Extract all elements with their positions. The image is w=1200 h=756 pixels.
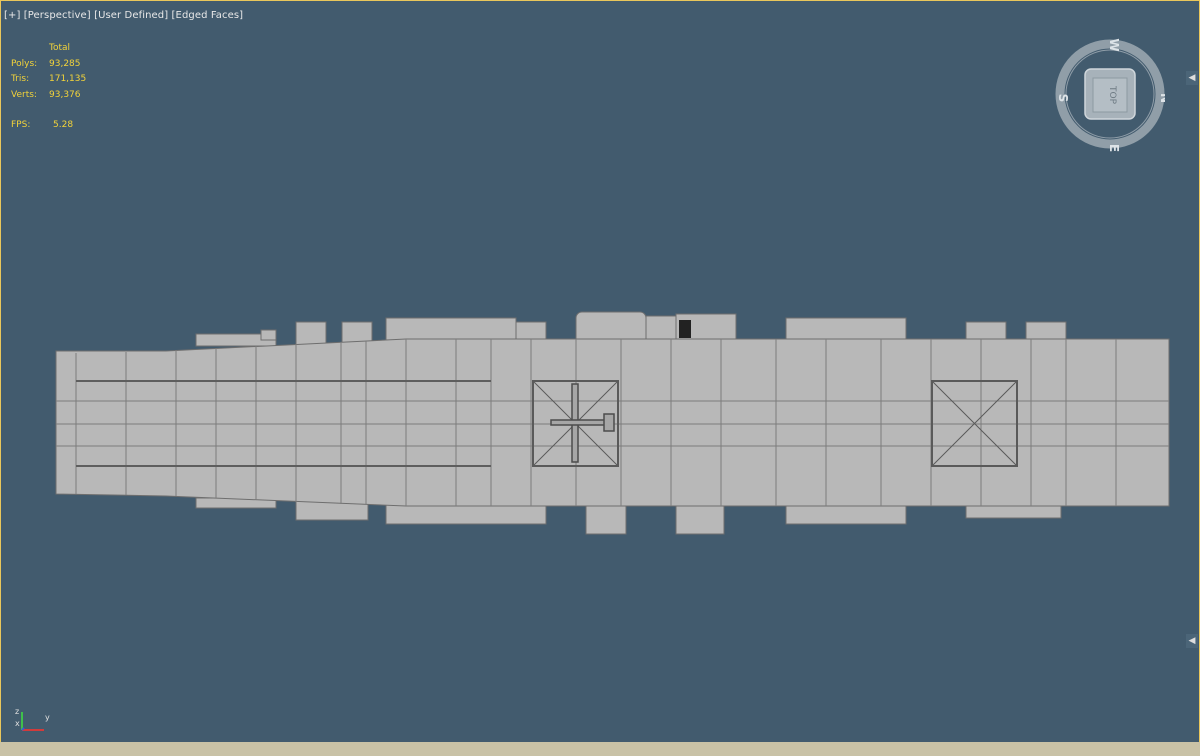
viewport-label-menu[interactable]: [+] [Perspective] [User Defined] [Edged …	[4, 10, 243, 21]
stats-polys-row: Polys: 93,285	[11, 57, 86, 73]
stats-header-row: Total	[11, 41, 86, 57]
stats-fps-row: FPS: 5.28	[11, 118, 86, 134]
fps-value: 5.28	[53, 120, 74, 130]
island-dark-detail	[679, 320, 691, 338]
viewport-edges-menu[interactable]: [Edged Faces]	[172, 10, 244, 21]
axis-x-label: x	[15, 719, 20, 728]
compass-west[interactable]: W	[1107, 38, 1121, 51]
axis-tripod: y z x	[15, 707, 50, 731]
compass-east[interactable]: E	[1107, 144, 1121, 152]
axis-z-label: z	[15, 707, 19, 716]
viewport-shading-menu[interactable]: [User Defined]	[94, 10, 168, 21]
tris-value: 171,135	[49, 74, 87, 84]
verts-label: Verts:	[11, 89, 37, 100]
compass-north[interactable]: N	[1158, 93, 1165, 103]
fps-label: FPS:	[11, 120, 31, 130]
carrier-model[interactable]	[46, 306, 1196, 556]
bottom-status-bar	[0, 742, 1200, 756]
polys-label: Polys:	[11, 58, 38, 69]
stats-total-header: Total	[49, 43, 71, 53]
statistics-overlay: Total Polys: 93,285 Tris: 171,135 Verts:…	[11, 41, 86, 134]
viewport-point-of-view-menu[interactable]: [Perspective]	[24, 10, 91, 21]
stats-tris-row: Tris: 171,135	[11, 72, 86, 88]
polys-value: 93,285	[49, 58, 81, 69]
tris-label: Tris:	[11, 74, 30, 84]
verts-value: 93,376	[49, 89, 81, 100]
viewcube-face-label: TOP	[1107, 85, 1117, 105]
scroll-up-arrow-icon[interactable]: ◀	[1186, 71, 1198, 85]
viewcube[interactable]: TOP W E S N	[1055, 36, 1165, 156]
compass-south[interactable]: S	[1056, 94, 1070, 103]
viewport-general-menu[interactable]: [+]	[4, 10, 20, 21]
perspective-viewport[interactable]: [+] [Perspective] [User Defined] [Edged …	[0, 0, 1200, 756]
axis-y-label: y	[45, 713, 50, 722]
scroll-down-arrow-icon[interactable]: ◀	[1186, 634, 1198, 648]
stats-verts-row: Verts: 93,376	[11, 88, 86, 104]
